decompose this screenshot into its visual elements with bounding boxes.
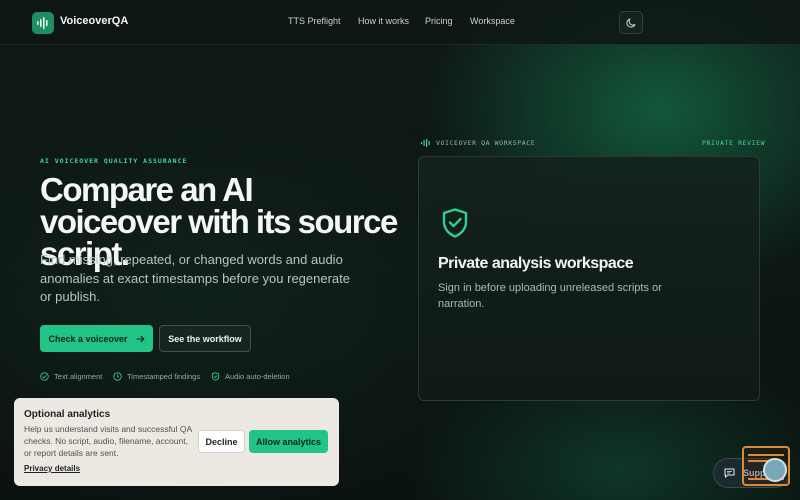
- cookie-banner: Optional analytics Help us understand vi…: [14, 398, 339, 486]
- clock-icon: [113, 372, 122, 381]
- moon-icon: [625, 18, 635, 28]
- check-voiceover-button[interactable]: Check a voiceover: [40, 325, 153, 352]
- private-review-badge: PRIVATE REVIEW: [702, 139, 766, 147]
- hero-eyebrow: AI VOICEOVER QUALITY ASSURANCE: [40, 157, 188, 165]
- logo-text[interactable]: VoiceoverQA: [60, 15, 128, 27]
- nav-workspace[interactable]: Workspace: [470, 16, 515, 26]
- top-nav-bar: VoiceoverQA TTS Preflight How it works P…: [0, 0, 800, 45]
- feature-audio-auto-deletion: Audio auto-deletion: [211, 372, 290, 381]
- nav-pricing[interactable]: Pricing: [425, 16, 453, 26]
- feature-text-alignment: Text alignment: [40, 372, 102, 381]
- feature-timestamped-findings: Timestamped findings: [113, 372, 200, 381]
- cookie-title: Optional analytics: [24, 409, 111, 420]
- cookie-text: Help us understand visits and successful…: [24, 424, 192, 458]
- workspace-title: Private analysis workspace: [438, 255, 634, 272]
- support-avatar[interactable]: [763, 458, 787, 482]
- waveform-icon: [421, 139, 430, 147]
- feature-label: Timestamped findings: [127, 372, 201, 381]
- allow-analytics-button[interactable]: Allow analytics: [249, 430, 328, 453]
- shield-check-icon: [211, 372, 220, 381]
- nav-tts-preflight[interactable]: TTS Preflight: [288, 16, 341, 26]
- waveform-logo-icon[interactable]: [32, 12, 54, 34]
- check-circle-icon: [40, 372, 49, 381]
- arrow-right-icon: [136, 335, 145, 342]
- hero-subtitle: Find missing, repeated, or changed words…: [40, 252, 351, 304]
- see-workflow-button[interactable]: See the workflow: [159, 325, 251, 352]
- chat-icon: [724, 468, 735, 478]
- nav-how-it-works[interactable]: How it works: [358, 16, 409, 26]
- decline-button[interactable]: Decline: [198, 430, 245, 453]
- workspace-description: Sign in before uploading unreleased scri…: [438, 282, 662, 310]
- feature-label: Text alignment: [54, 372, 103, 381]
- workspace-card: [418, 156, 760, 401]
- shield-check-icon: [442, 208, 468, 238]
- workspace-label: VOICEOVER QA WORKSPACE: [421, 139, 535, 147]
- check-voiceover-label: Check a voiceover: [48, 333, 128, 344]
- workspace-label-text: VOICEOVER QA WORKSPACE: [436, 139, 536, 147]
- theme-toggle-button[interactable]: [619, 11, 643, 34]
- privacy-details-link[interactable]: Privacy details: [24, 464, 80, 473]
- feature-label: Audio auto-deletion: [225, 372, 290, 381]
